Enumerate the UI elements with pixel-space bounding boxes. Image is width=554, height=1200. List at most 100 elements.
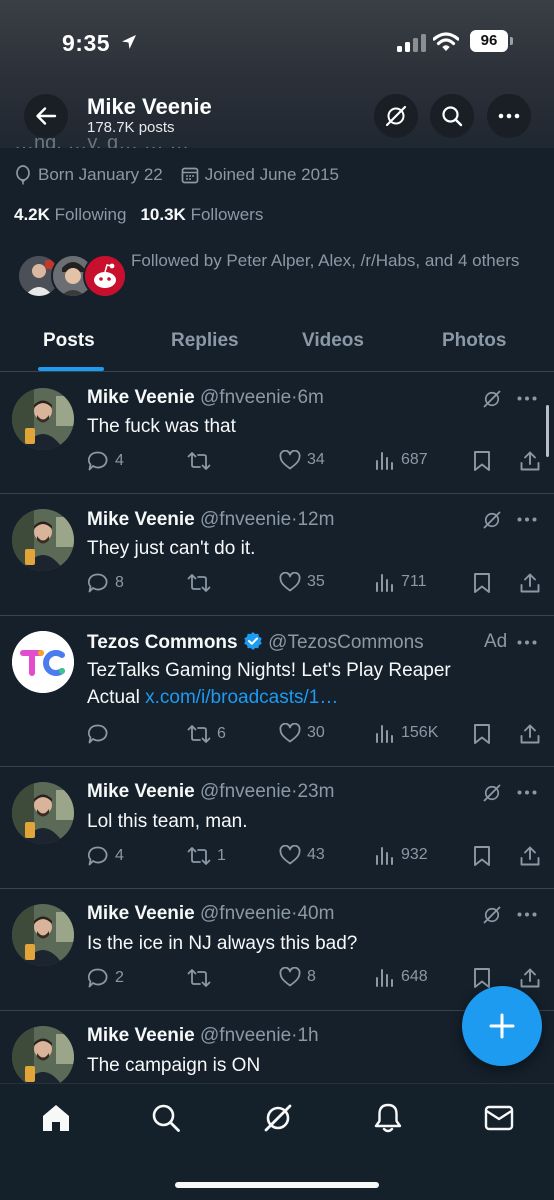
home-indicator[interactable] xyxy=(175,1182,379,1188)
ad-label: Ad xyxy=(484,631,508,652)
tab-replies[interactable]: Replies xyxy=(171,330,239,352)
following-link[interactable]: 4.2K Following xyxy=(14,205,126,224)
share-button[interactable] xyxy=(519,967,547,989)
more-icon[interactable] xyxy=(517,517,537,522)
reply-button[interactable] xyxy=(87,723,115,745)
post-actions: 8 35 711 xyxy=(87,572,542,598)
avatar[interactable] xyxy=(12,388,74,450)
avatar[interactable] xyxy=(12,782,74,844)
like-button[interactable]: 35 xyxy=(279,572,325,592)
author-name[interactable]: Mike Veenie xyxy=(87,387,195,408)
nav-grok[interactable] xyxy=(258,1102,298,1134)
followed-by-avatars[interactable] xyxy=(17,254,129,300)
nav-search[interactable] xyxy=(146,1102,186,1134)
reply-count: 4 xyxy=(115,847,124,864)
views-icon xyxy=(376,969,393,987)
grok-icon[interactable] xyxy=(482,783,502,803)
views-button[interactable]: 932 xyxy=(375,845,428,865)
battery-indicator: 96 xyxy=(470,30,508,52)
following-count: 4.2K xyxy=(14,205,50,224)
tab-videos[interactable]: Videos xyxy=(302,330,364,352)
post-time[interactable]: 12m xyxy=(297,509,334,530)
post-link[interactable]: x.com/i/broadcasts/1… xyxy=(145,687,338,708)
author-name[interactable]: Mike Veenie xyxy=(87,781,195,802)
like-button[interactable]: 8 xyxy=(279,967,316,987)
author-handle[interactable]: @fnveenie xyxy=(200,387,291,408)
nav-home[interactable] xyxy=(36,1102,76,1134)
post-item[interactable]: Mike Veenie @fnveenie·23m Lol this team,… xyxy=(0,767,554,889)
grok-button[interactable] xyxy=(374,94,418,138)
scrollbar-thumb[interactable] xyxy=(546,405,549,457)
views-button[interactable]: 711 xyxy=(375,572,427,592)
repost-button[interactable] xyxy=(187,450,217,472)
views-button[interactable]: 156K xyxy=(375,723,438,743)
like-button[interactable]: 43 xyxy=(279,845,325,865)
bookmark-button[interactable] xyxy=(473,967,497,989)
like-button[interactable]: 34 xyxy=(279,450,325,470)
back-arrow-icon xyxy=(36,107,57,125)
author-handle[interactable]: @fnveenie xyxy=(200,781,291,802)
repost-button[interactable] xyxy=(187,967,217,989)
reply-button[interactable]: 2 xyxy=(87,967,124,989)
author-handle[interactable]: @fnveenie xyxy=(200,509,291,530)
author-handle[interactable]: @fnveenie xyxy=(200,1025,291,1046)
post-text: Lol this team, man. xyxy=(87,811,248,832)
more-options-button[interactable] xyxy=(487,94,531,138)
reply-button[interactable]: 4 xyxy=(87,450,124,472)
post-item[interactable]: Mike Veenie @fnveenie·40m Is the ice in … xyxy=(0,889,554,1011)
post-item[interactable]: Mike Veenie @fnveenie·6m The fuck was th… xyxy=(0,373,554,494)
more-icon[interactable] xyxy=(517,640,537,645)
like-icon xyxy=(279,723,301,743)
back-button[interactable] xyxy=(24,94,68,138)
avatar[interactable] xyxy=(12,904,74,966)
grok-icon[interactable] xyxy=(482,510,502,530)
post-item[interactable]: Mike Veenie @fnveenie·12m They just can'… xyxy=(0,494,554,616)
followers-link[interactable]: 10.3K Followers xyxy=(140,205,263,224)
author-handle[interactable]: @fnveenie xyxy=(200,903,291,924)
more-icon[interactable] xyxy=(517,790,537,795)
bookmark-button[interactable] xyxy=(473,723,497,745)
reply-button[interactable]: 4 xyxy=(87,845,124,867)
more-icon[interactable] xyxy=(517,912,537,917)
share-button[interactable] xyxy=(519,572,547,594)
author-handle[interactable]: @TezosCommons xyxy=(268,632,424,653)
reply-button[interactable]: 8 xyxy=(87,572,124,594)
author-name[interactable]: Mike Veenie xyxy=(87,509,195,530)
avatar[interactable] xyxy=(12,1026,74,1083)
bookmark-button[interactable] xyxy=(473,845,497,867)
grok-icon[interactable] xyxy=(482,905,502,925)
bookmark-icon xyxy=(474,968,490,988)
author-name[interactable]: Mike Veenie xyxy=(87,903,195,924)
repost-button[interactable] xyxy=(187,572,217,594)
tab-posts[interactable]: Posts xyxy=(43,330,95,352)
birthday-text: Born January 22 xyxy=(38,165,163,184)
bookmark-button[interactable] xyxy=(473,572,497,594)
post-time[interactable]: 23m xyxy=(297,781,334,802)
share-button[interactable] xyxy=(519,450,547,472)
promoted-post[interactable]: Tezos Commons @TezosCommons Ad TezTalks … xyxy=(0,616,554,767)
more-icon[interactable] xyxy=(517,396,537,401)
repost-button[interactable]: 6 xyxy=(187,723,226,745)
avatar[interactable] xyxy=(12,631,74,693)
views-button[interactable]: 687 xyxy=(375,450,428,470)
tab-photos[interactable]: Photos xyxy=(442,330,506,352)
author-name[interactable]: Tezos Commons xyxy=(87,632,238,653)
like-button[interactable]: 30 xyxy=(279,723,325,743)
nav-messages[interactable] xyxy=(479,1102,519,1134)
views-button[interactable]: 648 xyxy=(375,967,428,987)
repost-button[interactable]: 1 xyxy=(187,845,226,867)
post-time[interactable]: 6m xyxy=(297,387,323,408)
nav-notifications[interactable] xyxy=(368,1102,408,1134)
compose-button[interactable] xyxy=(462,986,542,1066)
post-time[interactable]: 40m xyxy=(297,903,334,924)
search-button[interactable] xyxy=(430,94,474,138)
followed-by-text[interactable]: Followed by Peter Alper, Alex, /r/Habs, … xyxy=(131,247,531,274)
avatar[interactable] xyxy=(12,509,74,571)
grok-icon[interactable] xyxy=(482,389,502,409)
post-time[interactable]: 1h xyxy=(297,1025,318,1046)
share-button[interactable] xyxy=(519,723,547,745)
author-name[interactable]: Mike Veenie xyxy=(87,1025,195,1046)
bookmark-button[interactable] xyxy=(473,450,497,472)
share-button[interactable] xyxy=(519,845,547,867)
active-tab-indicator xyxy=(38,367,104,371)
